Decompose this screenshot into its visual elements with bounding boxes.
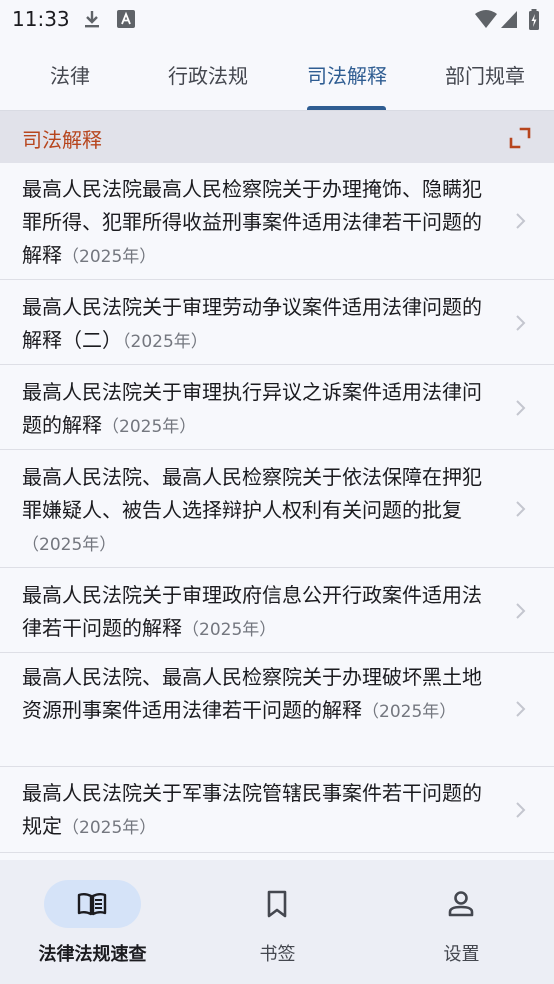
list-item[interactable]: 最高人民法院关于审理执行异议之诉案件适用法律问题的解释（2025年） — [0, 365, 554, 450]
item-year: （2025年） — [62, 247, 157, 267]
list-item[interactable]: 最高人民法院关于军事法院管辖民事案件若干问题的规定（2025年） — [0, 767, 554, 853]
chevron-right-icon — [516, 501, 526, 517]
category-tabs: 法律 行政法规 司法解释 部门规章 — [0, 38, 554, 111]
section-header: 司法解释 — [0, 111, 554, 163]
list-item[interactable]: 最高人民法院关于审理政府信息公开行政案件适用法律若干问题的解释（2025年） — [0, 568, 554, 653]
list-item-text: 最高人民法院、最高人民检察院关于办理破坏黑土地资源刑事案件适用法律若干问题的解释… — [22, 661, 482, 729]
item-year: （2025年） — [122, 332, 208, 352]
tab-label: 行政法规 — [168, 63, 248, 88]
app-notification-icon — [117, 10, 135, 28]
list-item-text: 最高人民法院关于审理执行异议之诉案件适用法律问题的解释（2025年） — [22, 376, 482, 444]
expand-icon[interactable] — [508, 126, 532, 150]
nav-item-settings[interactable]: 设置 — [369, 860, 554, 984]
tab-department-rules[interactable]: 部门规章 — [427, 38, 543, 110]
tab-label: 部门规章 — [445, 63, 525, 88]
list-item[interactable]: 最高人民法院、最高人民检察院关于办理破坏黑土地资源刑事案件适用法律若干问题的解释… — [0, 653, 554, 767]
chevron-right-icon — [516, 802, 526, 818]
chevron-right-icon — [516, 213, 526, 229]
download-icon — [85, 11, 99, 28]
nav-item-law-lookup[interactable]: 法律法规速查 — [0, 860, 185, 984]
list-item-text: 最高人民法院关于军事法院管辖民事案件若干问题的规定（2025年） — [22, 777, 482, 845]
chevron-right-icon — [516, 603, 526, 619]
interpretation-list: 最高人民法院最高人民检察院关于办理掩饰、隐瞒犯罪所得、犯罪所得收益刑事案件适用法… — [0, 163, 554, 860]
item-title: 最高人民法院、最高人民检察院关于依法保障在押犯罪嫌疑人、被告人选择辩护人权利有关… — [22, 465, 482, 522]
list-item[interactable]: 最高人民法院、最高人民检察院关于依法保障在押犯罪嫌疑人、被告人选择辩护人权利有关… — [0, 450, 554, 568]
item-year: （2025年） — [62, 818, 157, 838]
active-tab-indicator — [307, 106, 386, 110]
tab-administrative-regulations[interactable]: 行政法规 — [150, 38, 266, 110]
chevron-right-icon — [516, 400, 526, 416]
nav-label: 法律法规速查 — [38, 944, 147, 965]
item-title: 最高人民法院关于审理执行异议之诉案件适用法律问题的解释 — [22, 380, 482, 437]
chevron-right-icon — [516, 315, 526, 331]
tab-judicial-interpretations[interactable]: 司法解释 — [289, 38, 405, 110]
status-time: 11:33 — [12, 7, 70, 31]
item-year: （2025年） — [22, 535, 117, 555]
list-item-text: 最高人民法院关于审理政府信息公开行政案件适用法律若干问题的解释（2025年） — [22, 579, 482, 647]
list-item[interactable]: 最高人民法院关于审理劳动争议案件适用法律问题的解释（二）（2025年） — [0, 280, 554, 365]
signal-icon — [501, 11, 517, 28]
nav-item-bookmarks[interactable]: 书签 — [185, 860, 370, 984]
list-item-text: 最高人民法院关于审理劳动争议案件适用法律问题的解释（二）（2025年） — [22, 291, 482, 359]
item-year: （2025年） — [102, 417, 197, 437]
list-item[interactable]: 最高人民法院最高人民检察院关于办理掩饰、隐瞒犯罪所得、犯罪所得收益刑事案件适用法… — [0, 163, 554, 280]
nav-label: 书签 — [259, 944, 296, 965]
battery-icon — [529, 9, 539, 30]
section-title: 司法解释 — [22, 128, 102, 152]
item-year: （2025年） — [362, 702, 457, 722]
nav-label: 设置 — [443, 944, 480, 965]
tab-label: 司法解释 — [307, 63, 387, 88]
person-icon — [448, 891, 474, 917]
item-year: （2025年） — [182, 620, 277, 640]
book-open-icon — [77, 893, 107, 916]
wifi-icon — [475, 10, 497, 28]
item-title: 最高人民法院关于审理劳动争议案件适用法律问题的解释（二） — [22, 295, 482, 352]
list-item-text: 最高人民法院、最高人民检察院关于依法保障在押犯罪嫌疑人、被告人选择辩护人权利有关… — [22, 461, 482, 562]
tab-laws[interactable]: 法律 — [14, 38, 126, 110]
chevron-right-icon — [516, 701, 526, 717]
status-bar: 11:33 — [0, 0, 554, 38]
bottom-navigation: 法律法规速查 书签 设置 — [0, 860, 554, 984]
tab-label: 法律 — [50, 63, 90, 88]
list-item-text: 最高人民法院最高人民检察院关于办理掩饰、隐瞒犯罪所得、犯罪所得收益刑事案件适用法… — [22, 173, 482, 274]
bookmark-icon — [267, 890, 287, 918]
